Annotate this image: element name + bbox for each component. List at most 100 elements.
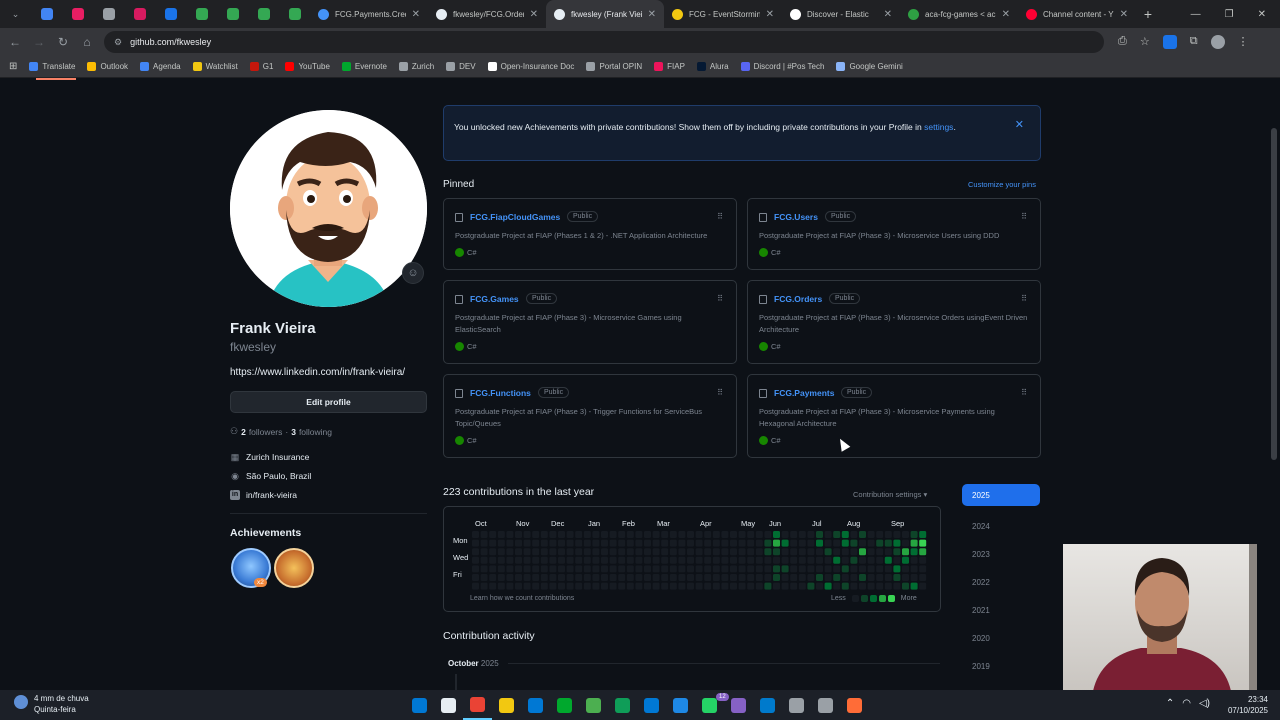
contribution-day-cell[interactable] [738,548,746,556]
contribution-day-cell[interactable] [704,539,712,547]
contribution-day-cell[interactable] [497,582,505,590]
home-icon[interactable]: ⌂ [75,28,99,56]
contribution-day-cell[interactable] [506,582,514,590]
page-scrollbar[interactable] [1271,128,1277,460]
contribution-day-cell[interactable] [824,531,832,538]
contribution-day-cell[interactable] [867,565,875,573]
contribution-day-cell[interactable] [532,574,540,581]
contribution-day-cell[interactable] [540,582,548,590]
bookmark-item[interactable]: FIAP [654,62,685,71]
contribution-day-cell[interactable] [841,548,849,556]
contribution-day-cell[interactable] [575,548,583,556]
contribution-day-cell[interactable] [669,574,677,581]
contribution-day-cell[interactable] [764,539,772,547]
contribution-day-cell[interactable] [575,556,583,564]
contribution-day-cell[interactable] [549,582,557,590]
contribution-day-cell[interactable] [532,531,540,538]
contribution-day-cell[interactable] [558,548,565,556]
contribution-day-cell[interactable] [566,565,574,573]
pinned-tab-4[interactable] [155,0,186,28]
contribution-day-cell[interactable] [506,565,514,573]
contribution-day-cell[interactable] [532,565,540,573]
contribution-day-cell[interactable] [497,574,505,581]
contribution-day-cell[interactable] [669,548,677,556]
contribution-day-cell[interactable] [583,556,591,564]
contribution-day-cell[interactable] [841,556,849,564]
contribution-day-cell[interactable] [781,582,789,590]
contribution-day-cell[interactable] [497,531,505,538]
taskbar-app-1[interactable] [434,690,463,720]
contribution-day-cell[interactable] [652,565,660,573]
contribution-day-cell[interactable] [635,582,643,590]
contribution-day-cell[interactable] [644,565,651,573]
contribution-day-cell[interactable] [790,539,798,547]
contribution-day-cell[interactable] [807,548,815,556]
contribution-day-cell[interactable] [893,531,901,538]
contribution-day-cell[interactable] [601,582,608,590]
contribution-day-cell[interactable] [515,548,522,556]
contribution-day-cell[interactable] [859,574,866,581]
contribution-day-cell[interactable] [738,574,746,581]
repo-name-link[interactable]: FCG.Payments [774,388,834,398]
contribution-day-cell[interactable] [489,565,497,573]
contribution-day-cell[interactable] [558,582,565,590]
contribution-day-cell[interactable] [859,582,866,590]
minimize-button[interactable]: — [1191,9,1201,20]
contribution-day-cell[interactable] [540,556,548,564]
contribution-day-cell[interactable] [575,539,583,547]
contribution-day-cell[interactable] [575,565,583,573]
contribution-day-cell[interactable] [893,565,901,573]
year-link[interactable]: 2025 [962,484,1040,506]
contribution-day-cell[interactable] [523,531,531,538]
contribution-day-cell[interactable] [558,565,565,573]
year-link[interactable]: 2019 [962,652,1040,680]
contribution-day-cell[interactable] [876,565,884,573]
contribution-day-cell[interactable] [910,531,918,538]
bookmark-item[interactable]: YouTube [285,62,330,71]
repo-name-link[interactable]: FCG.Orders [774,294,822,304]
contribution-day-cell[interactable] [704,565,712,573]
contribution-day-cell[interactable] [540,531,548,538]
contribution-day-cell[interactable] [532,548,540,556]
contribution-day-cell[interactable] [523,539,531,547]
contribution-day-cell[interactable] [859,539,866,547]
contribution-day-cell[interactable] [695,565,703,573]
browser-menu-icon[interactable]: ⋮ [1238,35,1249,49]
contribution-day-cell[interactable] [540,565,548,573]
contribution-day-cell[interactable] [609,565,617,573]
tab-close-icon[interactable]: ✕ [1120,9,1128,20]
contribution-day-cell[interactable] [601,556,608,564]
browser-tab[interactable]: fkwesley (Frank Viei ✕ [546,0,664,28]
contribution-day-cell[interactable] [850,574,858,581]
contribution-day-cell[interactable] [755,548,763,556]
contribution-day-cell[interactable] [489,548,497,556]
contribution-day-cell[interactable] [781,565,789,573]
contribution-day-cell[interactable] [712,556,720,564]
contribution-day-cell[interactable] [841,539,849,547]
contribution-day-cell[interactable] [781,539,789,547]
pinned-tab-1[interactable] [62,0,93,28]
contribution-day-cell[interactable] [850,531,858,538]
contribution-day-cell[interactable] [893,582,901,590]
contribution-day-cell[interactable] [841,582,849,590]
contribution-day-cell[interactable] [558,531,565,538]
contribution-day-cell[interactable] [747,582,755,590]
contribution-day-cell[interactable] [773,539,780,547]
taskbar-app-4[interactable] [521,690,550,720]
contribution-day-cell[interactable] [523,582,531,590]
contribution-day-cell[interactable] [669,565,677,573]
contribution-day-cell[interactable] [721,565,729,573]
contribution-day-cell[interactable] [549,565,557,573]
contribution-day-cell[interactable] [583,574,591,581]
contribution-day-cell[interactable] [515,539,522,547]
contribution-day-cell[interactable] [764,548,772,556]
contribution-day-cell[interactable] [910,574,918,581]
bookmark-item[interactable]: Translate [29,62,75,71]
taskbar-app-13[interactable] [782,690,811,720]
contribution-day-cell[interactable] [592,556,600,564]
contribution-day-cell[interactable] [902,582,909,590]
close-icon[interactable]: ✕ [1015,118,1024,132]
contribution-day-cell[interactable] [669,582,677,590]
contribution-day-cell[interactable] [472,565,479,573]
contribution-day-cell[interactable] [902,531,909,538]
